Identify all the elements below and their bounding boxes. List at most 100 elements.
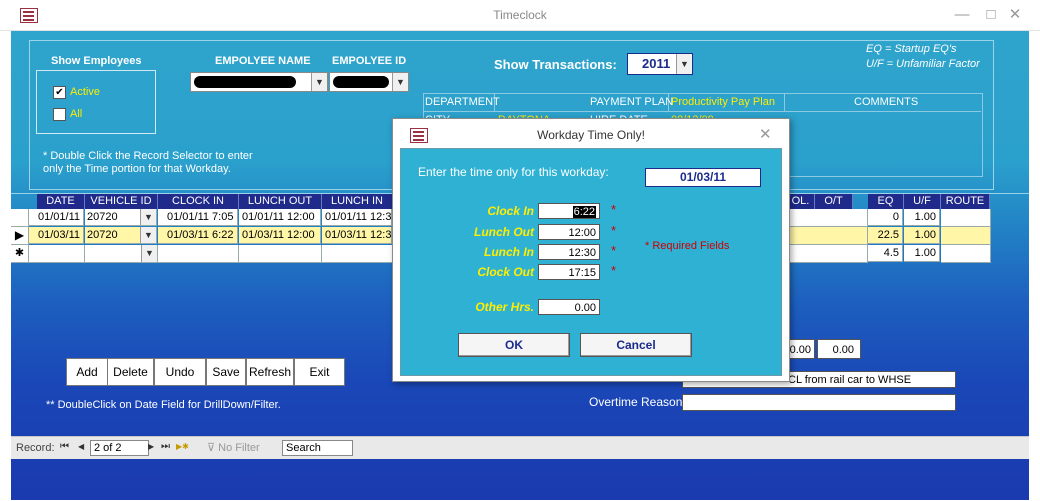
new-record-selector[interactable]: ✱ [11, 245, 29, 263]
cell-lunch-in[interactable]: 01/01/11 12:3 [322, 209, 392, 226]
cell-lunch-out[interactable]: 01/03/11 12:00 [239, 227, 321, 244]
chevron-down-icon[interactable]: ▼ [676, 54, 692, 74]
next-record-icon[interactable]: ▶ [148, 442, 154, 451]
required-marker: * [611, 223, 617, 238]
department-label: DEPARTMENT [425, 96, 500, 108]
cell-ot[interactable] [787, 227, 868, 245]
cell-clock-in[interactable]: 01/01/11 7:05 [158, 209, 238, 226]
active-label: Active [70, 86, 100, 98]
chevron-down-icon[interactable]: ▼ [392, 73, 408, 91]
clock-out-input[interactable]: 17:15 [538, 264, 600, 280]
comments-label: COMMENTS [854, 96, 919, 108]
overtime-reason-label: Overtime Reason [589, 395, 683, 409]
clock-out-label: Clock Out [477, 265, 534, 279]
add-button[interactable]: Add [66, 358, 108, 386]
cell-clock-in[interactable] [158, 245, 239, 263]
divider [423, 111, 981, 112]
cell-ot[interactable] [787, 245, 868, 263]
refresh-button[interactable]: Refresh [246, 358, 294, 386]
col-header-lunch-out[interactable]: LUNCH OUT [239, 194, 322, 209]
col-header-clock-in[interactable]: CLOCK IN [158, 194, 239, 209]
cell-route[interactable] [941, 227, 991, 245]
dialog-close-button[interactable]: ✕ [759, 125, 772, 143]
cell-eq[interactable]: 22.5 [868, 227, 903, 244]
record-selector-hint: * Double Click the Record Selector to en… [43, 150, 253, 175]
cell-date[interactable]: 01/03/11 [29, 227, 84, 244]
dialog-title: Workday Time Only! [537, 128, 645, 142]
lunch-out-input[interactable]: 12:00 [538, 224, 600, 240]
col-header-uf[interactable]: U/F [904, 194, 941, 209]
cell-vehicle-id[interactable]: 20720 ▼ [85, 209, 157, 226]
cell-vehicle-id[interactable]: 20720 ▼ [85, 227, 157, 244]
cancel-button[interactable]: Cancel [580, 333, 692, 357]
record-selector[interactable]: ▶ [11, 227, 29, 245]
record-selector[interactable] [11, 209, 29, 227]
first-record-icon[interactable]: ⏮ [60, 441, 69, 452]
cell-eq[interactable]: 0 [868, 209, 903, 226]
active-checkbox[interactable]: ✔ [53, 86, 66, 99]
other-hrs-input[interactable]: 0.00 [538, 299, 600, 315]
lunch-in-input[interactable]: 12:30 [538, 244, 600, 260]
other-hrs-label: Other Hrs. [475, 300, 534, 314]
clock-in-input[interactable]: 6:22 [538, 203, 600, 219]
cell-lunch-out[interactable]: 01/01/11 12:00 [239, 209, 321, 226]
cell-route[interactable] [941, 209, 991, 227]
year-combo[interactable]: 2011 ▼ [627, 53, 693, 75]
cell-uf[interactable]: 1.00 [904, 245, 940, 262]
required-marker: * [611, 263, 617, 278]
no-filter-button[interactable]: ⊽ No Filter [207, 441, 260, 454]
dialog-prompt: Enter the time only for this workday: [418, 165, 609, 179]
total-field-b[interactable]: 0.00 [817, 339, 861, 359]
undo-button[interactable]: Undo [154, 358, 206, 386]
restore-button[interactable]: □ [981, 6, 1001, 24]
col-header-lunch-in[interactable]: LUNCH IN [322, 194, 393, 209]
chevron-down-icon[interactable]: ▼ [140, 227, 156, 243]
total-field-a[interactable]: 0.00 [788, 339, 815, 359]
cell-route[interactable] [941, 245, 991, 263]
show-employees-group [36, 70, 156, 134]
cell-ot[interactable] [787, 209, 868, 227]
prev-record-icon[interactable]: ◀ [78, 442, 84, 451]
cell-lunch-out[interactable] [239, 245, 322, 263]
search-input[interactable]: Search [282, 440, 353, 456]
cell-vehicle-id[interactable]: ▼ [85, 245, 158, 263]
employee-id-combo[interactable]: ▼ [329, 72, 409, 92]
col-header-route[interactable]: ROUTE [941, 194, 990, 209]
cell-lunch-in[interactable] [322, 245, 393, 263]
chevron-down-icon[interactable]: ▼ [141, 245, 157, 262]
record-navigation-bar: Record: ⏮ ◀ 2 of 2 ▶ ⏭ ▶✱ ⊽ No Filter Se… [11, 436, 1029, 459]
employee-name-combo[interactable]: ▼ [190, 72, 328, 92]
cell-date[interactable]: 01/01/11 [29, 209, 84, 226]
close-button[interactable]: ✕ [1005, 6, 1025, 24]
cell-clock-in[interactable]: 01/03/11 6:22 [158, 227, 238, 244]
cell-uf[interactable]: 1.00 [904, 209, 940, 226]
cell-eq[interactable]: 4.5 [868, 245, 903, 262]
overtime-reason-input[interactable] [682, 394, 956, 411]
drilldown-hint: ** DoubleClick on Date Field for DrillDo… [46, 399, 281, 411]
ok-button[interactable]: OK [458, 333, 570, 357]
exit-button[interactable]: Exit [294, 358, 345, 386]
record-position-input[interactable]: 2 of 2 [90, 440, 149, 456]
col-header-vehicle-id[interactable]: VEHICLE ID [85, 194, 158, 209]
chevron-down-icon[interactable]: ▼ [311, 73, 327, 91]
save-button[interactable]: Save [206, 358, 246, 386]
cell-lunch-in[interactable]: 01/03/11 12:3 [322, 227, 392, 244]
col-header-ol[interactable]: OL. [787, 194, 815, 209]
cell-date[interactable] [29, 245, 85, 263]
all-checkbox[interactable] [53, 108, 66, 121]
col-header-eq[interactable]: EQ [868, 194, 904, 209]
required-marker: * [611, 202, 617, 217]
col-header-ot[interactable]: O/T [815, 194, 853, 209]
col-header-date[interactable]: DATE [37, 194, 85, 209]
new-record-icon[interactable]: ▶✱ [176, 442, 189, 451]
show-transactions-label: Show Transactions: [494, 57, 617, 72]
window-title: Timeclock [493, 8, 547, 22]
last-record-icon[interactable]: ⏭ [161, 441, 170, 452]
chevron-down-icon[interactable]: ▼ [140, 209, 156, 225]
show-employees-label: Show Employees [51, 55, 142, 67]
all-label: All [70, 108, 83, 120]
legend: EQ = Startup EQ's U/F = Unfamiliar Facto… [866, 43, 980, 70]
delete-button[interactable]: Delete [107, 358, 154, 386]
minimize-button[interactable]: — [952, 6, 972, 24]
cell-uf[interactable]: 1.00 [904, 227, 940, 244]
